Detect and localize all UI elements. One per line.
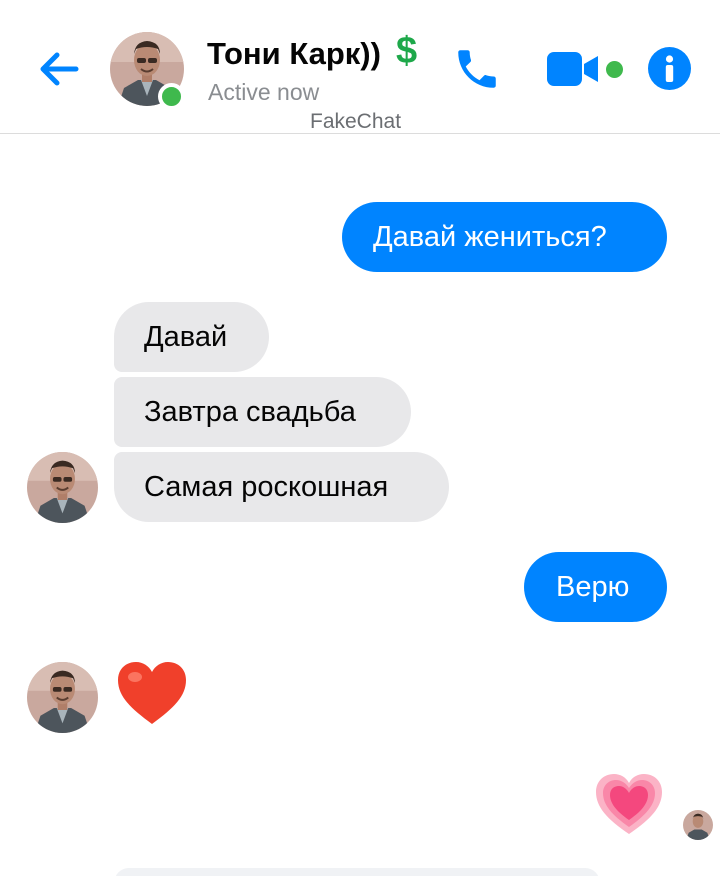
- video-online-dot: [606, 61, 623, 78]
- red-heart-icon: [118, 662, 186, 724]
- heart-emoji-message[interactable]: [116, 660, 188, 726]
- back-button[interactable]: [36, 46, 82, 92]
- message-input-bar[interactable]: [114, 868, 600, 876]
- message-bubble-incoming[interactable]: Самая роскошная: [114, 452, 449, 522]
- money-icon: $: [396, 30, 418, 72]
- message-bubble-incoming[interactable]: Давай: [114, 302, 269, 372]
- message-text: Завтра свадьба: [144, 396, 356, 428]
- info-button[interactable]: [648, 47, 691, 90]
- sender-avatar[interactable]: [27, 452, 98, 523]
- back-arrow-icon: [40, 52, 79, 86]
- video-camera-icon: [547, 52, 598, 86]
- message-text: Давай жениться?: [373, 221, 607, 253]
- contact-name[interactable]: Тони Карк)): [207, 36, 381, 72]
- message-text: Верю: [556, 571, 630, 603]
- message-text: Давай: [144, 321, 228, 353]
- sender-avatar[interactable]: [27, 662, 98, 733]
- chat-header: Тони Карк)) $ Active now FakeChat: [0, 0, 720, 134]
- message-text: Самая роскошная: [144, 471, 389, 503]
- active-status: Active now: [208, 79, 320, 105]
- online-status-dot: [158, 83, 185, 110]
- voice-call-button[interactable]: [452, 44, 502, 94]
- info-icon: [665, 55, 674, 82]
- message-bubble-outgoing[interactable]: Давай жениться?: [342, 202, 667, 272]
- video-call-button[interactable]: [546, 49, 602, 89]
- phone-icon: [458, 50, 496, 88]
- message-bubble-incoming[interactable]: Завтра свадьба: [114, 377, 411, 447]
- message-bubble-outgoing[interactable]: Верю: [524, 552, 667, 622]
- pink-heart-icon: [596, 774, 662, 834]
- growing-heart-emoji-message[interactable]: [594, 772, 664, 836]
- watermark-label: FakeChat: [310, 110, 402, 133]
- read-receipt-avatar: [683, 810, 713, 840]
